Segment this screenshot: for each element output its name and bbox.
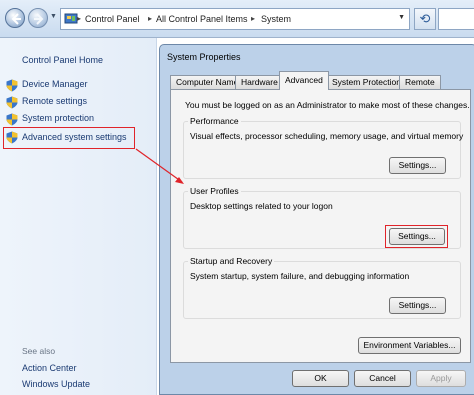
apply-button[interactable]: Apply	[416, 370, 466, 387]
control-panel-icon	[64, 13, 78, 24]
group-title: Startup and Recovery	[188, 256, 275, 266]
tab-remote[interactable]: Remote	[399, 75, 441, 89]
arrow-right-icon	[34, 13, 44, 25]
tab-computer-name[interactable]: Computer Name	[170, 75, 245, 89]
system-properties-dialog: System Properties Computer Name Hardware…	[159, 44, 474, 395]
sidebar-item-remote-settings[interactable]: Remote settings	[22, 96, 87, 106]
search-input[interactable]	[438, 8, 474, 30]
ok-button[interactable]: OK	[292, 370, 349, 387]
shield-icon	[6, 96, 18, 109]
tab-advanced[interactable]: Advanced	[279, 71, 329, 90]
refresh-button[interactable]: ⟲	[414, 8, 436, 30]
tab-strip: Computer Name Hardware Advanced System P…	[170, 71, 470, 90]
group-description: System startup, system failure, and debu…	[190, 271, 410, 281]
user-profiles-settings-button[interactable]: Settings...	[389, 228, 445, 245]
cancel-button[interactable]: Cancel	[354, 370, 411, 387]
tab-system-protection[interactable]: System Protection	[326, 75, 407, 89]
user-profiles-group: User Profiles Desktop settings related t…	[183, 186, 461, 249]
breadcrumb-all-items[interactable]: All Control Panel Items	[156, 14, 248, 24]
performance-settings-button[interactable]: Settings...	[389, 157, 446, 174]
advanced-tab-panel: You must be logged on as an Administrato…	[170, 89, 471, 363]
breadcrumb-control-panel[interactable]: Control Panel	[85, 14, 140, 24]
see-also-heading: See also	[22, 346, 56, 356]
back-button[interactable]	[5, 8, 25, 28]
environment-variables-button[interactable]: Environment Variables...	[358, 337, 461, 354]
admin-note: You must be logged on as an Administrato…	[185, 100, 470, 110]
refresh-icon: ⟲	[419, 11, 431, 26]
startup-recovery-group: Startup and Recovery System startup, sys…	[183, 256, 461, 319]
tab-hardware[interactable]: Hardware	[235, 75, 284, 89]
group-description: Visual effects, processor scheduling, me…	[190, 131, 464, 141]
sidebar-item-device-manager[interactable]: Device Manager	[22, 79, 88, 89]
sidebar-item-advanced-system-settings[interactable]: Advanced system settings	[22, 132, 127, 142]
group-description: Desktop settings related to your logon	[190, 201, 333, 211]
breadcrumb-separator: ▸	[77, 14, 82, 23]
address-dropdown-icon[interactable]: ▼	[398, 14, 405, 21]
address-field[interactable]: ▸ Control Panel ▸ All Control Panel Item…	[60, 8, 410, 30]
breadcrumb-system[interactable]: System	[261, 14, 291, 24]
shield-icon	[6, 113, 18, 126]
sidebar-item-system-protection[interactable]: System protection	[22, 113, 94, 123]
recent-pages-icon[interactable]: ▼	[50, 13, 57, 20]
arrow-left-icon	[11, 13, 21, 25]
shield-icon	[6, 131, 18, 144]
forward-button[interactable]	[28, 8, 48, 28]
control-panel-home-link[interactable]: Control Panel Home	[22, 55, 103, 65]
group-title: User Profiles	[188, 186, 241, 196]
performance-group: Performance Visual effects, processor sc…	[183, 116, 464, 179]
breadcrumb-separator: ▸	[251, 14, 256, 23]
windows-update-link[interactable]: Windows Update	[22, 379, 90, 389]
dialog-title: System Properties	[167, 52, 241, 62]
shield-icon	[6, 79, 18, 92]
left-pane: Control Panel Home Device Manager Remote…	[0, 38, 157, 395]
group-title: Performance	[188, 116, 241, 126]
breadcrumb-separator: ▸	[148, 14, 153, 23]
address-bar: ▼ ▸ Control Panel ▸ All Control Panel It…	[0, 0, 474, 38]
startup-recovery-settings-button[interactable]: Settings...	[389, 297, 446, 314]
action-center-link[interactable]: Action Center	[22, 363, 77, 373]
